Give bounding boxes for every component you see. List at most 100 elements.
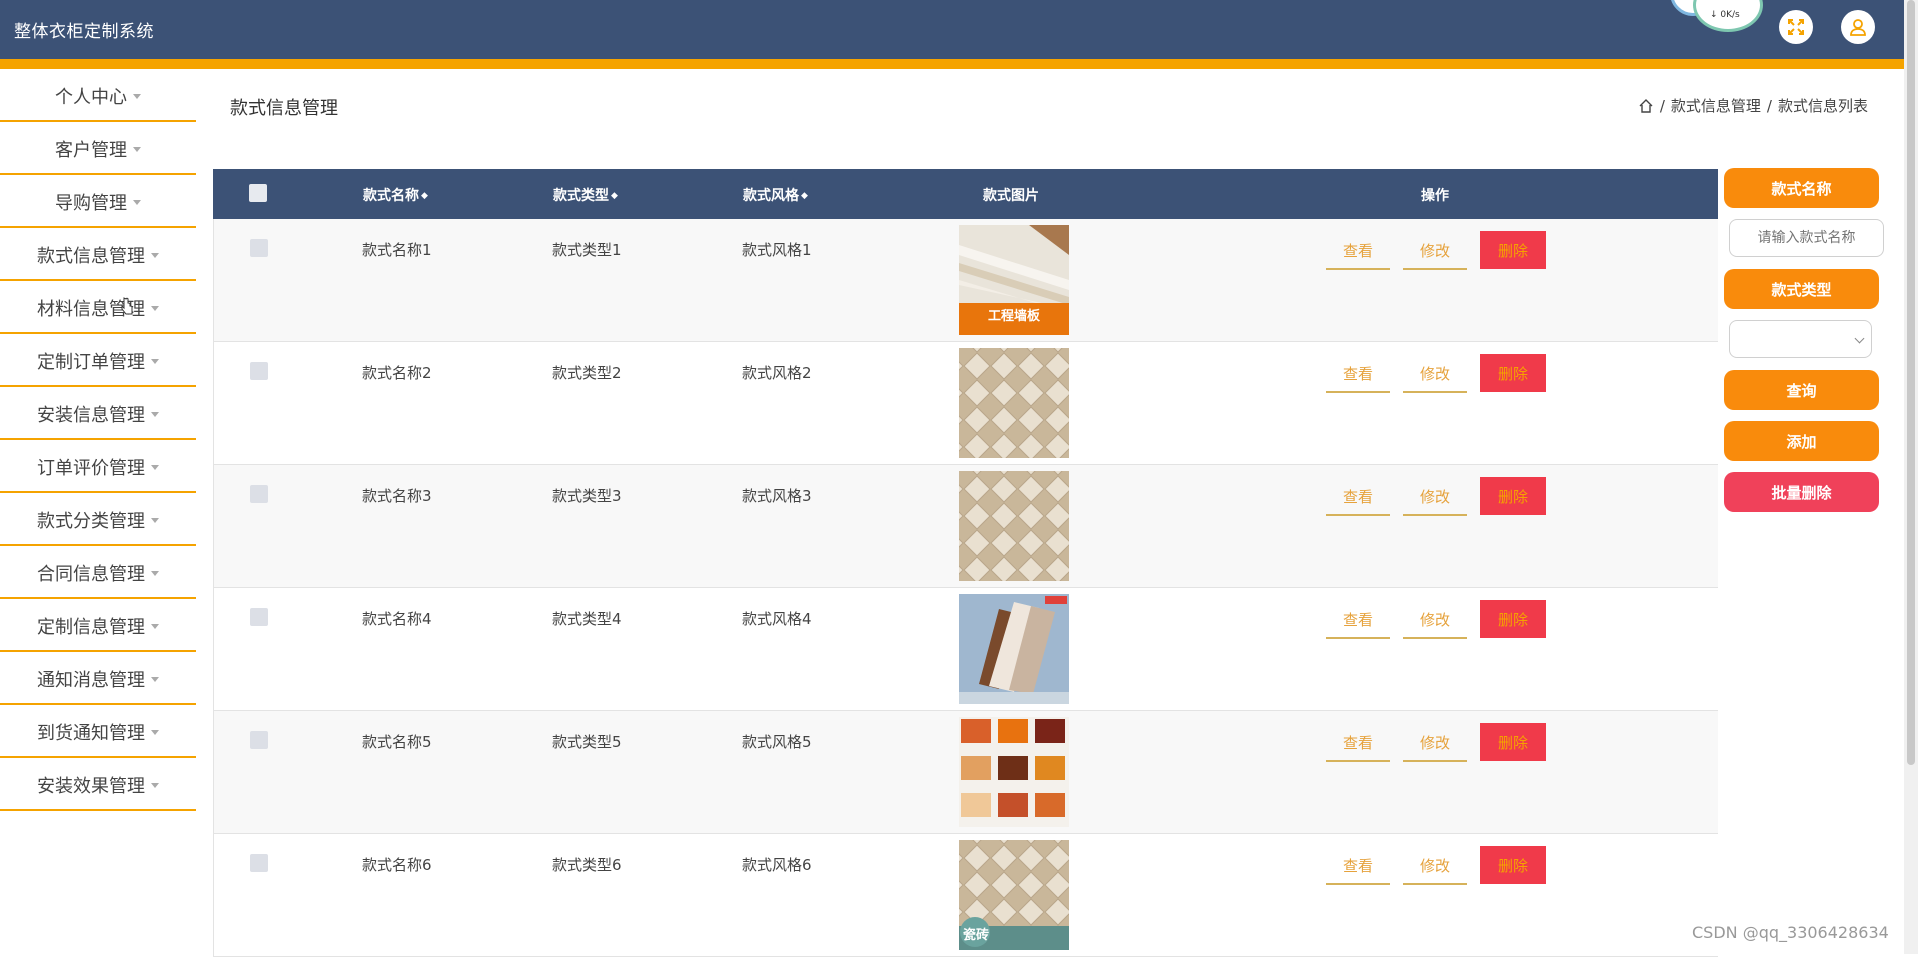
cell-name: 款式名称6	[362, 856, 432, 874]
caret-down-icon	[133, 94, 141, 99]
style-image[interactable]: 工程墙板	[959, 225, 1069, 335]
style-image[interactable]	[959, 717, 1069, 827]
caret-down-icon	[151, 571, 159, 576]
sidebar-item[interactable]: 个人中心	[0, 71, 196, 122]
sidebar-item-label: 定制信息管理	[37, 616, 145, 638]
batch-delete-button[interactable]: 批量删除	[1724, 472, 1879, 512]
caret-down-icon	[151, 518, 159, 523]
sidebar-item-label: 定制订单管理	[37, 351, 145, 373]
sidebar-item[interactable]: 安装信息管理	[0, 389, 196, 440]
search-type-select[interactable]	[1729, 320, 1872, 358]
sidebar-item[interactable]: 安装效果管理	[0, 760, 196, 811]
fullscreen-button[interactable]	[1779, 10, 1813, 44]
sidebar-item[interactable]: 款式分类管理	[0, 495, 196, 546]
row-checkbox[interactable]	[250, 239, 268, 257]
sidebar-item[interactable]: 到货通知管理	[0, 707, 196, 758]
cell-name: 款式名称4	[362, 610, 432, 628]
cell-type: 款式类型1	[552, 241, 622, 259]
caret-down-icon	[151, 465, 159, 470]
home-icon[interactable]	[1638, 98, 1654, 114]
network-speed-label: ↓ 0K/s	[1710, 10, 1740, 20]
delete-button[interactable]: 删除	[1480, 354, 1546, 392]
caret-down-icon	[151, 783, 159, 788]
view-button[interactable]: 查看	[1326, 601, 1390, 639]
sort-icon: ◆	[611, 191, 618, 201]
sidebar-item[interactable]: 定制信息管理	[0, 601, 196, 652]
sidebar-item[interactable]: 订单评价管理	[0, 442, 196, 493]
caret-down-icon	[151, 306, 159, 311]
cell-type: 款式类型5	[552, 733, 622, 751]
page-scrollbar[interactable]	[1904, 0, 1918, 954]
sidebar-item[interactable]: 款式信息管理	[0, 230, 196, 281]
query-button[interactable]: 查询	[1724, 370, 1879, 410]
user-icon	[1850, 19, 1866, 36]
table-row: 款式名称6 款式类型6 款式风格6 瓷砖 查看 修改 删除	[213, 834, 1718, 957]
column-header-type-label: 款式类型	[553, 188, 609, 204]
row-checkbox[interactable]	[250, 362, 268, 380]
search-name-label: 款式名称	[1724, 168, 1879, 208]
search-type-label: 款式类型	[1724, 269, 1879, 309]
cell-style: 款式风格5	[742, 733, 812, 751]
style-image[interactable]: 瓷砖	[959, 840, 1069, 950]
view-button[interactable]: 查看	[1326, 478, 1390, 516]
thumbnail-caption: 工程墙板	[987, 309, 1040, 324]
view-button[interactable]: 查看	[1326, 232, 1390, 270]
scrollbar-thumb[interactable]	[1907, 0, 1915, 765]
delete-button[interactable]: 删除	[1480, 600, 1546, 638]
delete-button[interactable]: 删除	[1480, 231, 1546, 269]
edit-button[interactable]: 修改	[1403, 847, 1467, 885]
sidebar-item[interactable]: 定制订单管理	[0, 336, 196, 387]
table-row: 款式名称4 款式类型4 款式风格4 查看 修改 删除	[213, 588, 1718, 711]
caret-down-icon	[151, 677, 159, 682]
view-button[interactable]: 查看	[1326, 724, 1390, 762]
cell-type: 款式类型2	[552, 364, 622, 382]
cell-style: 款式风格6	[742, 856, 812, 874]
cell-type: 款式类型4	[552, 610, 622, 628]
search-name-input[interactable]	[1729, 219, 1884, 257]
sort-icon: ◆	[801, 191, 808, 201]
sidebar-item[interactable]: 合同信息管理	[0, 548, 196, 599]
row-checkbox[interactable]	[250, 854, 268, 872]
cell-type: 款式类型6	[552, 856, 622, 874]
edit-button[interactable]: 修改	[1403, 355, 1467, 393]
style-image[interactable]	[959, 348, 1069, 458]
row-checkbox[interactable]	[250, 731, 268, 749]
cell-style: 款式风格4	[742, 610, 812, 628]
breadcrumb-item-style-info[interactable]: 款式信息管理	[1671, 95, 1761, 116]
select-all-checkbox[interactable]	[249, 184, 267, 202]
style-image[interactable]	[959, 594, 1069, 704]
style-table: 款式名称 ◆ 款式类型 ◆ 款式风格 ◆ 款式图片 操作 款式名称1 款式类型1 款式风格…	[213, 169, 1718, 957]
user-button[interactable]	[1841, 10, 1875, 44]
edit-button[interactable]: 修改	[1403, 478, 1467, 516]
sidebar-item[interactable]: 客户管理	[0, 124, 196, 175]
edit-button[interactable]: 修改	[1403, 724, 1467, 762]
breadcrumb-separator: /	[1659, 96, 1665, 115]
cell-style: 款式风格1	[742, 241, 812, 259]
sidebar-item[interactable]: 材料信息管理	[0, 283, 196, 334]
column-header-actions: 操作	[1421, 188, 1449, 204]
style-image[interactable]	[959, 471, 1069, 581]
caret-down-icon	[151, 730, 159, 735]
view-button[interactable]: 查看	[1326, 847, 1390, 885]
add-button[interactable]: 添加	[1724, 421, 1879, 461]
sidebar-item-label: 导购管理	[55, 192, 127, 214]
sidebar-menu: 个人中心 客户管理导购管理款式信息管理 材料信息管理定制订单管理安装信息管理 订单评价…	[0, 69, 196, 811]
sidebar-item[interactable]: 导购管理	[0, 177, 196, 228]
watermark: CSDN @qq_3306428634	[1692, 923, 1889, 942]
delete-button[interactable]: 删除	[1480, 723, 1546, 761]
edit-button[interactable]: 修改	[1403, 601, 1467, 639]
column-header-style-label: 款式风格	[743, 188, 799, 204]
sidebar-item[interactable]: 通知消息管理	[0, 654, 196, 705]
column-header-name[interactable]: 款式名称 ◆	[363, 185, 428, 205]
column-header-style[interactable]: 款式风格 ◆	[743, 185, 808, 205]
cell-style: 款式风格3	[742, 487, 812, 505]
column-header-type[interactable]: 款式类型 ◆	[553, 185, 618, 205]
edit-button[interactable]: 修改	[1403, 232, 1467, 270]
thumbnail-caption: 瓷砖	[963, 928, 990, 943]
row-checkbox[interactable]	[250, 608, 268, 626]
view-button[interactable]: 查看	[1326, 355, 1390, 393]
delete-button[interactable]: 删除	[1480, 477, 1546, 515]
caret-down-icon	[133, 147, 141, 152]
row-checkbox[interactable]	[250, 485, 268, 503]
delete-button[interactable]: 删除	[1480, 846, 1546, 884]
